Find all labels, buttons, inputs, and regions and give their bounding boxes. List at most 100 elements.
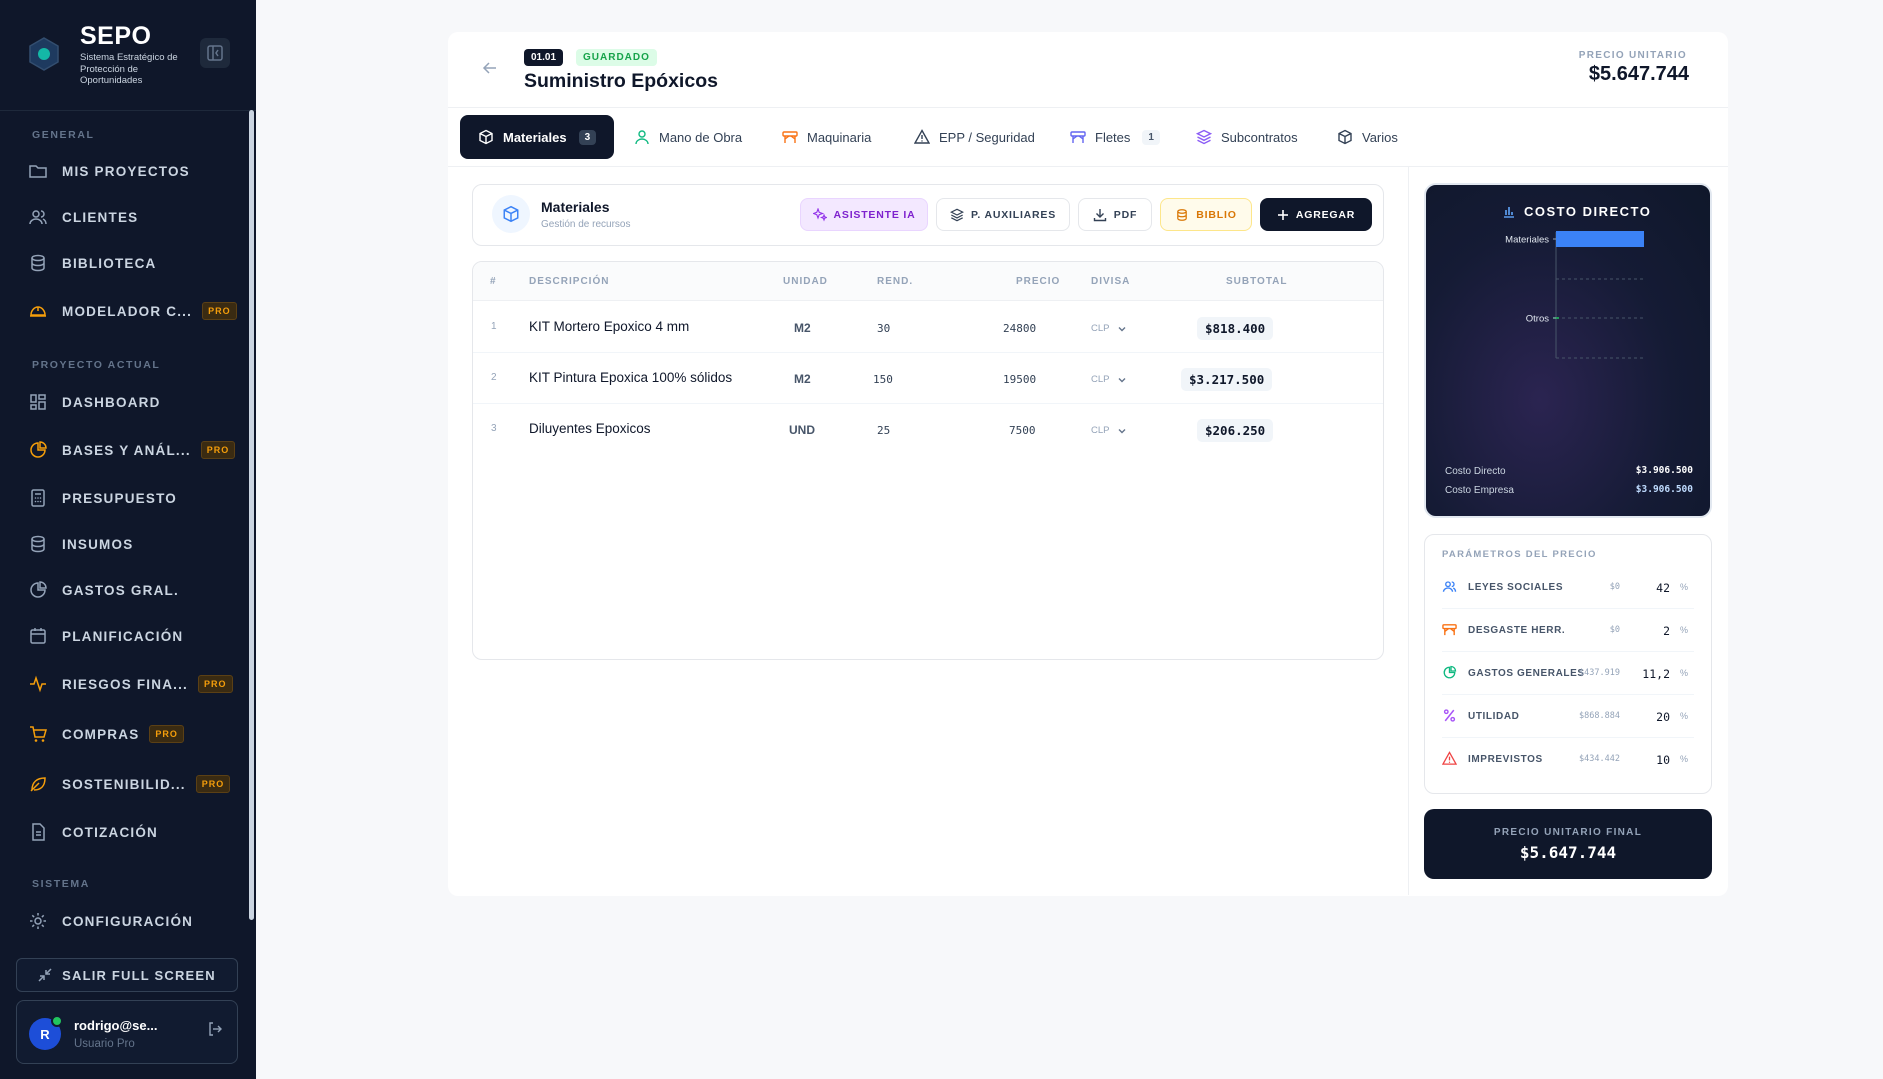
- row-price[interactable]: 24800: [1003, 322, 1036, 335]
- unit-price-label: PRECIO UNITARIO: [1578, 50, 1687, 61]
- row-description[interactable]: KIT Mortero Epoxico 4 mm: [529, 319, 689, 334]
- tab-epp-seguridad[interactable]: EPP / Seguridad: [914, 115, 1035, 159]
- truck-icon: [1070, 131, 1086, 143]
- nav-configuracion[interactable]: CONFIGURACIÓN: [28, 908, 228, 934]
- biblio-label: BIBLIO: [1196, 208, 1237, 221]
- nav-sostenibilidad[interactable]: SOSTENIBILID... PRO: [28, 771, 231, 797]
- nav-label: BIBLIOTECA: [62, 255, 157, 271]
- ai-assistant-button[interactable]: ASISTENTE IA: [800, 198, 928, 231]
- nav-label: CONFIGURACIÓN: [62, 913, 194, 929]
- nav-compras[interactable]: COMPRAS PRO: [28, 721, 228, 747]
- param-value-input[interactable]: 20: [1656, 710, 1670, 724]
- row-number: 1: [491, 321, 497, 332]
- tab-subcontratos[interactable]: Subcontratos: [1196, 115, 1298, 159]
- nav-cotizacion[interactable]: COTIZACIÓN: [28, 819, 228, 845]
- row-currency-select[interactable]: CLP: [1091, 374, 1127, 385]
- row-currency-select[interactable]: CLP: [1091, 425, 1127, 436]
- tab-materiales[interactable]: Materiales 3: [460, 115, 614, 159]
- nav-modelador[interactable]: MODELADOR C... PRO: [28, 298, 237, 324]
- tab-varios[interactable]: Varios: [1337, 115, 1398, 159]
- tab-mano-de-obra[interactable]: Mano de Obra: [634, 115, 742, 159]
- nav-label: MODELADOR C...: [62, 303, 193, 319]
- collapse-sidebar-button[interactable]: [200, 38, 230, 68]
- nav-riesgos[interactable]: RIESGOS FINA... PRO: [28, 671, 233, 697]
- param-row-leyes-sociales: LEYES SOCIALES $0 42 %: [1442, 567, 1694, 609]
- tab-maquinaria[interactable]: Maquinaria: [782, 115, 871, 159]
- nav-insumos[interactable]: INSUMOS: [28, 531, 228, 557]
- nav-label: MIS PROYECTOS: [62, 163, 190, 179]
- row-unit[interactable]: M2: [794, 321, 811, 335]
- brand-subtitle: Sistema Estratégico de Protección de Opo…: [80, 52, 178, 86]
- materials-subtitle: Gestión de recursos: [541, 219, 631, 230]
- database-icon: [31, 254, 45, 272]
- biblio-button[interactable]: BIBLIO: [1160, 198, 1252, 231]
- direct-cost-value: $3.906.500: [1635, 465, 1693, 476]
- nav-mis-proyectos[interactable]: MIS PROYECTOS: [28, 158, 228, 184]
- aux-prices-label: P. AUXILIARES: [970, 208, 1057, 221]
- row-price[interactable]: 7500: [1009, 424, 1036, 437]
- row-rend[interactable]: 150: [873, 373, 893, 386]
- database-icon: [1177, 208, 1188, 221]
- gear-icon: [30, 913, 46, 929]
- leaf-icon: [30, 777, 46, 792]
- row-currency: CLP: [1091, 374, 1110, 385]
- sidebar-scrollbar[interactable]: [249, 110, 254, 920]
- cart-icon: [30, 726, 47, 742]
- pro-badge: PRO: [149, 725, 184, 743]
- chevron-down-icon: [1118, 326, 1126, 331]
- direct-cost-title: COSTO DIRECTO: [1502, 204, 1651, 219]
- param-value-input[interactable]: 10: [1656, 753, 1670, 767]
- nav-presupuesto[interactable]: PRESUPUESTO: [28, 485, 228, 511]
- row-number: 3: [491, 423, 497, 434]
- pro-badge: PRO: [202, 302, 237, 320]
- aux-prices-button[interactable]: P. AUXILIARES: [936, 198, 1070, 231]
- nav-label: SOSTENIBILID...: [62, 776, 186, 792]
- sidebar-divider: [0, 110, 256, 111]
- exit-fullscreen-button[interactable]: SALIR FULL SCREEN: [16, 958, 238, 992]
- row-description[interactable]: Diluyentes Epoxicos: [529, 421, 651, 436]
- add-item-button[interactable]: AGREGAR: [1260, 198, 1372, 231]
- materials-badge: [492, 195, 530, 233]
- col-header-unit: UNIDAD: [783, 276, 828, 287]
- row-currency-select[interactable]: CLP: [1091, 323, 1127, 334]
- row-rend[interactable]: 25: [877, 424, 890, 437]
- pro-badge: PRO: [198, 675, 233, 693]
- param-label: GASTOS GENERALES: [1468, 668, 1585, 679]
- row-number: 2: [491, 372, 497, 383]
- row-description[interactable]: KIT Pintura Epoxica 100% sólidos: [529, 370, 732, 385]
- param-percent: %: [1679, 582, 1688, 592]
- database-icon: [31, 535, 45, 553]
- nav-label: DASHBOARD: [62, 394, 161, 410]
- row-unit[interactable]: M2: [794, 372, 811, 386]
- nav-gastos-gral[interactable]: GASTOS GRAL.: [28, 577, 228, 603]
- tab-label: Mano de Obra: [659, 129, 743, 145]
- param-value-input[interactable]: 42: [1656, 581, 1670, 595]
- param-percent: %: [1679, 754, 1688, 764]
- final-price-value: $5.647.744: [1519, 843, 1617, 862]
- section-project-label: PROYECTO ACTUAL: [32, 359, 161, 371]
- nav-planificacion[interactable]: PLANIFICACIÓN: [28, 623, 228, 649]
- pdf-button[interactable]: PDF: [1078, 198, 1152, 231]
- param-value-input[interactable]: 11,2: [1642, 667, 1670, 681]
- pie-icon: [30, 581, 47, 598]
- nav-bases-analisis[interactable]: BASES Y ANÁL... PRO: [28, 437, 236, 463]
- param-amount: $0: [1609, 582, 1620, 592]
- logout-icon[interactable]: [207, 1021, 223, 1037]
- minimize-icon: [38, 968, 52, 982]
- direct-cost-chart: Materiales Otros: [1505, 231, 1644, 359]
- ai-assistant-label: ASISTENTE IA: [833, 208, 916, 221]
- users-icon: [29, 210, 47, 225]
- nav-biblioteca[interactable]: BIBLIOTECA: [28, 250, 228, 276]
- col-header-rend: REND.: [877, 276, 914, 287]
- nav-clientes[interactable]: CLIENTES: [28, 204, 228, 230]
- back-arrow-icon[interactable]: [482, 60, 498, 76]
- user-card[interactable]: R rodrigo@se... Usuario Pro: [16, 1000, 238, 1064]
- row-rend[interactable]: 30: [877, 322, 890, 335]
- row-price[interactable]: 19500: [1003, 373, 1036, 386]
- tab-label: EPP / Seguridad: [939, 129, 1035, 145]
- tab-fletes[interactable]: Fletes 1: [1070, 115, 1160, 159]
- param-value-input[interactable]: 2: [1663, 624, 1670, 638]
- row-unit[interactable]: UND: [789, 423, 815, 437]
- user-role: Usuario Pro: [74, 1038, 135, 1050]
- nav-dashboard[interactable]: DASHBOARD: [28, 389, 228, 415]
